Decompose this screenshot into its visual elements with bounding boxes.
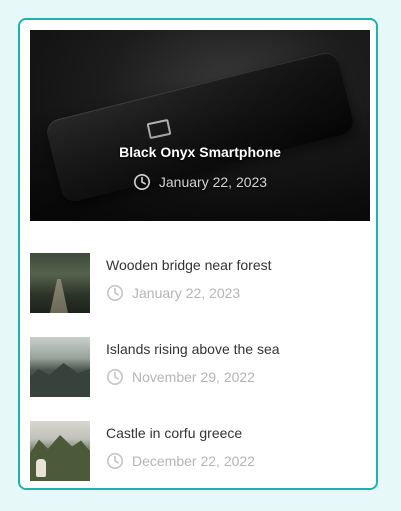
person-figure-shape [36, 459, 46, 477]
featured-post-meta: January 22, 2023 [30, 173, 370, 191]
featured-image-overlay [30, 30, 370, 221]
post-date: January 22, 2023 [132, 285, 241, 301]
list-item[interactable]: Wooden bridge near forest January 22, 20… [30, 253, 370, 313]
post-meta: November 29, 2022 [106, 368, 255, 386]
clock-icon [106, 452, 124, 470]
list-item[interactable]: Islands rising above the sea November 29… [30, 337, 370, 397]
island-hill-shape [30, 363, 90, 397]
list-item[interactable]: Castle in corfu greece December 22, 2022 [30, 421, 370, 481]
featured-post[interactable]: Black Onyx Smartphone January 22, 2023 [30, 30, 370, 221]
post-thumbnail[interactable] [30, 337, 90, 397]
post-title[interactable]: Islands rising above the sea [106, 341, 280, 357]
featured-post-title[interactable]: Black Onyx Smartphone [30, 144, 370, 160]
post-date: December 22, 2022 [132, 453, 255, 469]
clock-icon [133, 173, 150, 191]
featured-post-date: January 22, 2023 [158, 174, 268, 190]
post-meta: January 22, 2023 [106, 284, 240, 302]
post-title[interactable]: Castle in corfu greece [106, 425, 242, 441]
post-meta: December 22, 2022 [106, 452, 255, 470]
posts-widget-card: Black Onyx Smartphone January 22, 2023 W… [18, 18, 378, 490]
clock-icon [106, 284, 124, 302]
post-thumbnail[interactable] [30, 253, 90, 313]
bridge-path-shape [50, 279, 68, 313]
post-title[interactable]: Wooden bridge near forest [106, 257, 272, 273]
post-date: November 29, 2022 [132, 369, 255, 385]
clock-icon [106, 368, 124, 386]
post-thumbnail[interactable] [30, 421, 90, 481]
